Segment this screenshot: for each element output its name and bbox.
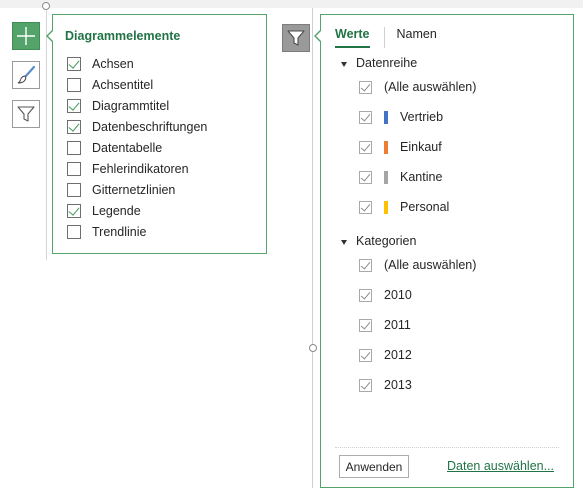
chart-elements-list: Achsen Achsentitel Diagrammtitel Datenbesch…: [67, 53, 207, 242]
checkbox[interactable]: [67, 161, 81, 176]
filter-checkbox[interactable]: [359, 80, 372, 94]
chart-element-label: Achsen: [92, 56, 134, 71]
filter-checkbox[interactable]: [359, 348, 372, 362]
chart-element-item[interactable]: Achsentitel: [67, 74, 207, 95]
checkbox[interactable]: [67, 119, 81, 134]
series-color-swatch: [384, 170, 388, 184]
chart-element-label: Datenbeschriftungen: [92, 119, 208, 134]
chart-element-item[interactable]: Achsen: [67, 53, 207, 74]
filter-checkbox[interactable]: [359, 378, 372, 392]
panel-title: Diagrammelemente: [65, 29, 181, 43]
filter-item-label: (Alle auswählen): [384, 258, 477, 272]
funnel-icon: [287, 30, 305, 46]
chart-element-item[interactable]: Diagrammtitel: [67, 95, 207, 116]
chart-element-item[interactable]: Trendlinie: [67, 221, 207, 242]
filter-item-label: Einkauf: [400, 140, 442, 154]
filter-item[interactable]: 2010: [359, 288, 412, 302]
filter-checkbox[interactable]: [359, 170, 372, 184]
plus-icon: [17, 27, 35, 45]
select-data-link[interactable]: Daten auswählen...: [447, 459, 554, 473]
checkbox[interactable]: [67, 77, 81, 92]
filter-item[interactable]: Personal: [359, 200, 449, 214]
brush-icon: [17, 65, 36, 84]
chart-filters-button[interactable]: [12, 100, 40, 128]
filter-item-label: 2010: [384, 288, 412, 302]
checkbox[interactable]: [67, 140, 81, 155]
series-color-swatch: [384, 140, 388, 154]
filter-item[interactable]: (Alle auswählen): [359, 80, 476, 94]
chart-element-item[interactable]: Legende: [67, 200, 207, 221]
series-color-swatch: [384, 200, 388, 214]
chart-element-label: Diagrammtitel: [92, 98, 170, 113]
filter-tabs: Werte Namen: [335, 27, 451, 48]
chart-styles-button[interactable]: [12, 61, 40, 89]
checkbox[interactable]: [67, 224, 81, 239]
active-filter-button[interactable]: [282, 24, 310, 52]
series-color-swatch: [384, 110, 388, 124]
top-strip: [0, 0, 583, 8]
collapse-triangle-icon[interactable]: [341, 239, 347, 245]
filter-checkbox[interactable]: [359, 200, 372, 214]
filter-item[interactable]: Vertrieb: [359, 110, 443, 124]
chart-element-label: Datentabelle: [92, 140, 163, 155]
filter-item-label: Personal: [400, 200, 450, 214]
checkbox[interactable]: [67, 56, 81, 71]
filter-item[interactable]: (Alle auswählen): [359, 258, 476, 272]
chart-element-item[interactable]: Datentabelle: [67, 137, 207, 158]
chart-element-label: Legende: [92, 203, 141, 218]
filter-checkbox[interactable]: [359, 288, 372, 302]
filter-checkbox[interactable]: [359, 110, 372, 124]
filter-item-label: 2012: [384, 348, 412, 362]
filter-item-label: Kantine: [400, 170, 443, 184]
filter-section-header[interactable]: Datenreihe: [341, 56, 417, 70]
filter-item-label: 2011: [384, 318, 411, 332]
collapse-triangle-icon[interactable]: [341, 61, 347, 67]
chart-filter-panel: Werte Namen Datenreihe (Alle auswählen) Ve…: [314, 14, 574, 488]
apply-button[interactable]: Anwenden: [339, 455, 409, 478]
checkbox[interactable]: [67, 182, 81, 197]
footer-divider: [335, 447, 559, 448]
chart-element-label: Achsentitel: [92, 77, 154, 92]
checkbox[interactable]: [67, 98, 81, 113]
chart-elements-panel: Diagrammelemente Achsen Achsentitel Diagra…: [46, 14, 267, 254]
chart-canvas: Diagrammelemente Achsen Achsentitel Diagra…: [0, 0, 583, 495]
filter-item-label: 2013: [384, 378, 412, 392]
filter-item[interactable]: Einkauf: [359, 140, 442, 154]
chart-element-label: Trendlinie: [92, 224, 147, 239]
chart-border-left: [46, 8, 47, 260]
filter-item-label: (Alle auswählen): [384, 80, 477, 94]
filter-section-header[interactable]: Kategorien: [341, 234, 416, 248]
checkbox[interactable]: [67, 203, 81, 218]
chart-element-item[interactable]: Datenbeschriftungen: [67, 116, 207, 137]
chart-element-label: Gitternetzlinien: [92, 182, 176, 197]
filter-item[interactable]: Kantine: [359, 170, 442, 184]
resize-handle-right[interactable]: [309, 344, 317, 352]
filter-checkbox[interactable]: [359, 140, 372, 154]
chart-border-right: [312, 8, 313, 488]
chart-element-item[interactable]: Gitternetzlinien: [67, 179, 207, 200]
chart-elements-button[interactable]: [12, 22, 40, 50]
funnel-icon: [17, 106, 35, 122]
filter-checkbox[interactable]: [359, 318, 372, 332]
chart-element-label: Fehlerindikatoren: [92, 161, 189, 176]
filter-section-label: Kategorien: [356, 234, 417, 248]
filter-checkbox[interactable]: [359, 258, 372, 272]
filter-item[interactable]: 2011: [359, 318, 411, 332]
tab-namen[interactable]: Namen: [383, 27, 437, 48]
tab-werte[interactable]: Werte: [335, 27, 370, 48]
chart-element-item[interactable]: Fehlerindikatoren: [67, 158, 207, 179]
filter-section-label: Datenreihe: [356, 56, 418, 70]
filter-item-label: Vertrieb: [400, 110, 444, 124]
filter-item[interactable]: 2012: [359, 348, 412, 362]
resize-handle-top[interactable]: [42, 2, 50, 10]
filter-item[interactable]: 2013: [359, 378, 412, 392]
